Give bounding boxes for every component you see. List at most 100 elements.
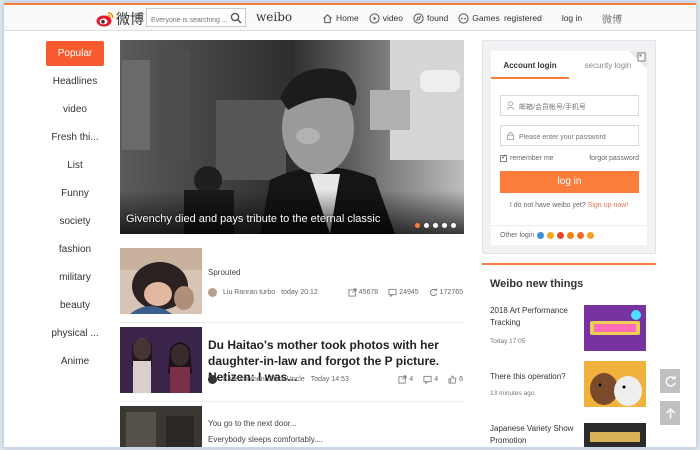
comment-count: 24945	[399, 289, 419, 296]
search-input[interactable]	[147, 12, 227, 29]
new-thing-text[interactable]: There this operation?	[490, 371, 574, 383]
like-stat[interactable]: 172765	[429, 288, 463, 297]
share-stat[interactable]: 4	[398, 375, 413, 384]
weibo-eye-icon	[96, 11, 114, 27]
login-box: Account login security login remember me	[491, 51, 647, 245]
feed-item[interactable]: Du Haitao's mother took photos with her …	[120, 327, 464, 397]
nav-games[interactable]: Games	[458, 12, 500, 24]
feed-line[interactable]: Everybody sleeps comfortably....	[208, 435, 323, 444]
carousel-dot[interactable]	[442, 223, 447, 228]
share-icon	[348, 288, 357, 297]
hero-carousel[interactable]: Givenchy died and pays tribute to the et…	[120, 40, 464, 234]
feed-thumbnail-image	[120, 327, 202, 393]
tab-account-login[interactable]: Account login	[491, 61, 569, 79]
weibo-cn-link[interactable]: 微博	[602, 11, 622, 26]
new-thing-thumbnail[interactable]	[584, 361, 646, 407]
nav-found[interactable]: found	[413, 12, 448, 24]
new-thing-thumbnail[interactable]	[584, 305, 646, 351]
like-count: 6	[459, 376, 463, 383]
feed-author[interactable]: Entertainment Stars Uncle	[223, 376, 305, 383]
category-item[interactable]: List	[46, 153, 104, 181]
signup-link[interactable]: Sign up now!	[588, 202, 628, 209]
home-icon	[323, 13, 332, 23]
feed-author[interactable]: Liu Ranran turbo	[223, 289, 275, 296]
comment-icon	[423, 375, 432, 384]
refresh-button[interactable]	[660, 369, 680, 393]
new-thing-text[interactable]: 2018 Art Performance Tracking	[490, 305, 574, 329]
feed-divider	[120, 401, 464, 402]
register-link[interactable]: registered	[504, 13, 542, 23]
360-login-icon[interactable]	[577, 232, 585, 239]
carousel-dot[interactable]	[451, 223, 456, 228]
category-item[interactable]: video	[46, 97, 104, 125]
password-input[interactable]	[501, 128, 619, 147]
feed-item[interactable]: Sprouted Liu Ranran turbo today 20:12 45…	[120, 248, 464, 318]
alipay-login-icon[interactable]	[547, 232, 555, 239]
username-input[interactable]	[501, 98, 619, 117]
username-field[interactable]	[500, 95, 639, 117]
hero-image	[120, 40, 464, 234]
login-link[interactable]: log in	[562, 13, 582, 23]
taobao-login-icon[interactable]	[557, 232, 565, 239]
comment-stat[interactable]: 24945	[388, 288, 419, 297]
lock-icon	[506, 131, 515, 140]
category-item[interactable]: Popular	[46, 41, 104, 66]
no-account-text: I do not have weibo yet?	[509, 202, 586, 209]
new-thing-image	[584, 305, 646, 351]
category-item[interactable]: beauty	[46, 293, 104, 321]
carousel-dot[interactable]	[433, 223, 438, 228]
nav-home[interactable]: Home	[322, 13, 359, 24]
feed-thumbnail[interactable]	[120, 327, 202, 393]
new-thing-thumbnail[interactable]	[584, 423, 646, 447]
hero-caption[interactable]: Givenchy died and pays tribute to the et…	[126, 213, 380, 225]
new-thing-item[interactable]: 2018 Art Performance Tracking Today 17:0…	[490, 305, 650, 353]
more-login-icon[interactable]	[587, 232, 595, 239]
nav-video[interactable]: video	[369, 12, 403, 24]
category-item[interactable]: society	[46, 209, 104, 237]
feed-thumbnail[interactable]	[120, 406, 202, 447]
other-login-row: Other login	[500, 232, 595, 239]
feed-time: Today 14:53	[310, 376, 349, 383]
logo-text: 微博	[116, 12, 144, 28]
category-item[interactable]: Fresh thi...	[46, 125, 104, 153]
password-field[interactable]	[500, 125, 639, 147]
avatar[interactable]	[208, 375, 217, 384]
new-thing-text[interactable]: Japanese Variety Show Promotion	[490, 423, 574, 447]
carousel-dot[interactable]	[424, 223, 429, 228]
new-thing-item[interactable]: Japanese Variety Show Promotion	[490, 423, 650, 447]
feed-thumbnail[interactable]	[120, 248, 202, 314]
carousel-dot[interactable]	[415, 223, 420, 228]
thumbs-up-icon	[448, 375, 457, 384]
brand-wordmark[interactable]: weibo	[256, 10, 292, 24]
nav-home-label: Home	[336, 13, 359, 23]
comment-stat[interactable]: 4	[423, 375, 438, 384]
forgot-password-link[interactable]: forgot password	[589, 155, 639, 162]
category-item[interactable]: military	[46, 265, 104, 293]
feed-line[interactable]: You go to the next door...	[208, 419, 297, 428]
refresh-icon	[429, 288, 437, 297]
comment-icon	[388, 288, 397, 297]
category-item[interactable]: Funny	[46, 181, 104, 209]
category-item[interactable]: fashion	[46, 237, 104, 265]
search-icon[interactable]	[230, 12, 242, 24]
search-box[interactable]	[146, 8, 246, 29]
like-stat[interactable]: 6	[448, 375, 463, 384]
new-thing-item[interactable]: There this operation? 13 minutes ago	[490, 361, 650, 409]
user-icon	[506, 101, 515, 110]
feed-thumbnail-image	[120, 248, 202, 314]
baidu-login-icon[interactable]	[567, 232, 575, 239]
category-item[interactable]: Headlines	[46, 69, 104, 97]
avatar[interactable]	[208, 288, 217, 297]
weibo-logo[interactable]: 微博	[96, 9, 144, 29]
category-item[interactable]: physical ...	[46, 321, 104, 349]
category-item[interactable]: Anime	[46, 349, 104, 377]
login-button[interactable]: log in	[500, 171, 639, 193]
feed-item[interactable]: You go to the next door... Everybody sle…	[120, 406, 464, 447]
back-to-top-button[interactable]	[660, 401, 680, 425]
qq-login-icon[interactable]	[537, 232, 545, 239]
share-stat[interactable]: 45678	[348, 288, 378, 297]
refresh-icon	[665, 375, 676, 387]
remember-checkbox[interactable]	[500, 153, 507, 162]
qr-code-icon[interactable]	[629, 51, 647, 69]
remember-me[interactable]: remember me	[500, 153, 554, 162]
